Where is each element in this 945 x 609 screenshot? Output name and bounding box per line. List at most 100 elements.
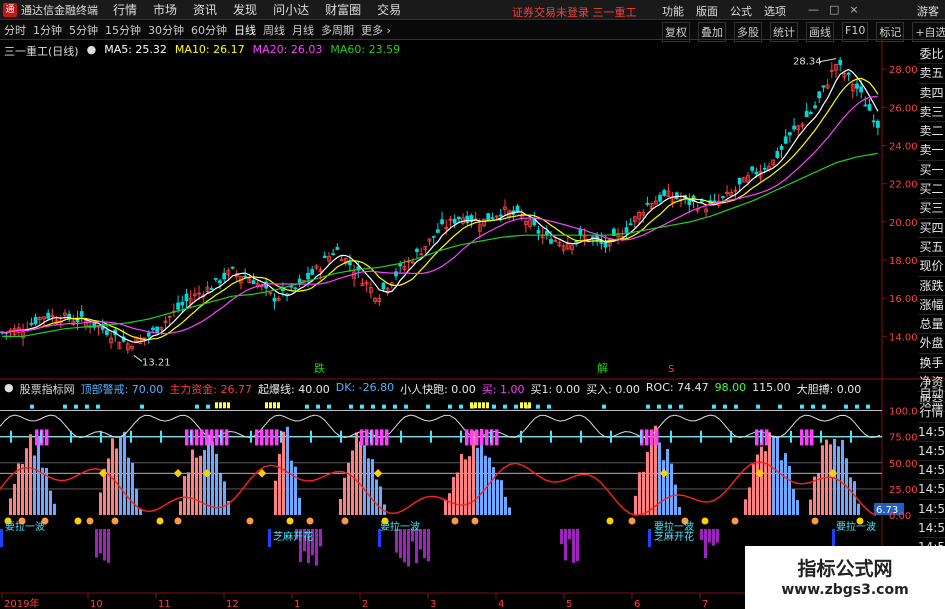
period-tab-1[interactable]: 1分钟 <box>33 22 62 38</box>
period-tab-9[interactable]: 多周期 <box>321 22 354 38</box>
menu-item-1[interactable]: 市场 <box>153 1 177 18</box>
quote-field-6[interactable]: 买一 <box>918 161 945 181</box>
histogram-bar <box>492 467 495 515</box>
ma5-line <box>2 68 879 343</box>
login-notice[interactable]: 证券交易未登录 三一重工 <box>512 4 637 20</box>
right-menu-item-3[interactable]: 选项 <box>764 3 786 19</box>
histogram-bar <box>756 454 759 515</box>
period-tab-7[interactable]: 周线 <box>263 22 285 38</box>
guest-label[interactable]: 游客 <box>917 3 939 19</box>
histogram-bar <box>813 476 816 515</box>
price-tick-label: 26.00 <box>889 103 918 114</box>
negative-bar <box>572 529 575 563</box>
tick-row-2[interactable]: 14:50 <box>918 423 945 442</box>
quote-field-7[interactable]: 买二 <box>918 180 945 200</box>
yellow-marker <box>524 402 527 409</box>
tool-button-3[interactable]: 统计 <box>770 22 798 42</box>
quote-field-5[interactable]: 卖一 <box>918 141 945 161</box>
buy-block <box>270 429 274 446</box>
candle-body <box>251 280 256 285</box>
minimize-icon[interactable]: — <box>808 3 819 16</box>
quote-field-9[interactable]: 买四 <box>918 219 945 238</box>
cyan-tick <box>580 430 582 443</box>
blue-stub <box>832 529 835 547</box>
maximize-icon[interactable]: □ <box>829 3 839 16</box>
candle-body <box>394 271 398 277</box>
histogram-bar <box>642 471 645 515</box>
histogram-bar <box>496 479 499 515</box>
tool-button-1[interactable]: 叠加 <box>698 22 726 42</box>
tick-row-0[interactable]: 自动 <box>918 384 945 404</box>
period-tab-4[interactable]: 30分钟 <box>148 22 184 38</box>
ground-marker <box>628 517 636 525</box>
histogram-bar <box>274 480 277 515</box>
ground-marker <box>471 517 479 525</box>
quote-field-3[interactable]: 卖三 <box>918 103 945 123</box>
quote-field-15[interactable]: 外盘 <box>918 334 945 354</box>
menu-item-0[interactable]: 行情 <box>113 1 137 18</box>
yellow-marker <box>482 402 485 409</box>
ground-marker <box>156 517 164 525</box>
tick-row-6[interactable]: 14:50 <box>918 500 945 520</box>
right-menu-item-1[interactable]: 版面 <box>696 3 718 19</box>
quote-field-11[interactable]: 现价 <box>918 257 945 277</box>
menu-item-3[interactable]: 发现 <box>233 1 257 18</box>
quote-field-10[interactable]: 买五 <box>918 238 945 258</box>
tick-row-1[interactable]: 行情 <box>918 403 945 423</box>
quote-field-4[interactable]: 卖二 <box>918 122 945 142</box>
tool-button-4[interactable]: 画线 <box>806 22 834 42</box>
indicator-value-9: 98.00 <box>714 381 747 394</box>
top-marker <box>668 404 672 409</box>
quote-field-2[interactable]: 卖四 <box>918 84 945 103</box>
quote-field-13[interactable]: 涨幅 <box>918 296 945 316</box>
histogram-bar <box>278 453 281 515</box>
histogram-bar <box>760 446 763 515</box>
period-tab-2[interactable]: 5分钟 <box>69 22 98 38</box>
candle-body <box>456 216 461 220</box>
quote-field-0[interactable]: 委比 <box>918 45 945 65</box>
period-tab-3[interactable]: 15分钟 <box>105 22 141 38</box>
menu-item-4[interactable]: 问小达 <box>273 1 309 18</box>
candle-body <box>272 297 277 302</box>
tool-button-2[interactable]: 多股 <box>734 22 762 42</box>
tick-row-3[interactable]: 14:50 <box>918 442 945 462</box>
quote-field-1[interactable]: 卖五 <box>918 64 945 84</box>
candle-body <box>452 218 457 224</box>
signal-s-label: S <box>668 364 674 375</box>
period-tab-6[interactable]: 日线 <box>234 22 256 38</box>
candle-body <box>79 311 84 317</box>
histogram-bar <box>343 477 346 515</box>
yellow-marker <box>215 402 218 409</box>
buy-block <box>255 429 259 446</box>
histogram-bar <box>792 488 795 515</box>
quote-field-16[interactable]: 换手 <box>918 354 945 374</box>
close-icon[interactable]: × <box>849 3 858 16</box>
menu-item-6[interactable]: 交易 <box>377 1 401 18</box>
info-dot-icon: ● <box>86 43 97 56</box>
high-pointer <box>819 58 837 63</box>
period-tab-10[interactable]: 更多 › <box>361 22 391 38</box>
period-tab-8[interactable]: 月线 <box>292 22 314 38</box>
indicator-name[interactable]: 股票指标网 <box>20 381 75 397</box>
tool-button-7[interactable]: +自选 <box>912 22 945 42</box>
period-tab-5[interactable]: 60分钟 <box>191 22 227 38</box>
right-menu-item-2[interactable]: 公式 <box>730 3 752 19</box>
cyan-tick <box>280 430 282 443</box>
tick-row-5[interactable]: 14:50 <box>918 480 945 500</box>
quote-field-12[interactable]: 涨跌 <box>918 277 945 296</box>
tool-button-5[interactable]: F10 <box>842 22 869 42</box>
tick-row-7[interactable]: 14:50 <box>918 519 945 539</box>
tick-row-4[interactable]: 14:50 <box>918 461 945 481</box>
tool-button-0[interactable]: 复权 <box>662 22 690 42</box>
quote-field-8[interactable]: 买三 <box>918 199 945 219</box>
right-menu-item-0[interactable]: 功能 <box>662 3 684 19</box>
menu-item-2[interactable]: 资讯 <box>193 1 217 18</box>
candle-body <box>775 150 780 158</box>
quote-field-14[interactable]: 总量 <box>918 315 945 335</box>
cyan-tick <box>790 430 792 443</box>
period-tab-0[interactable]: 分时 <box>4 22 26 38</box>
tool-button-6[interactable]: 标记 <box>876 22 905 42</box>
menu-item-5[interactable]: 财富圈 <box>325 1 361 18</box>
kline-chart[interactable]: 28.0026.0024.0022.0020.0018.0016.0014.00… <box>0 40 945 609</box>
ground-marker <box>811 517 819 525</box>
